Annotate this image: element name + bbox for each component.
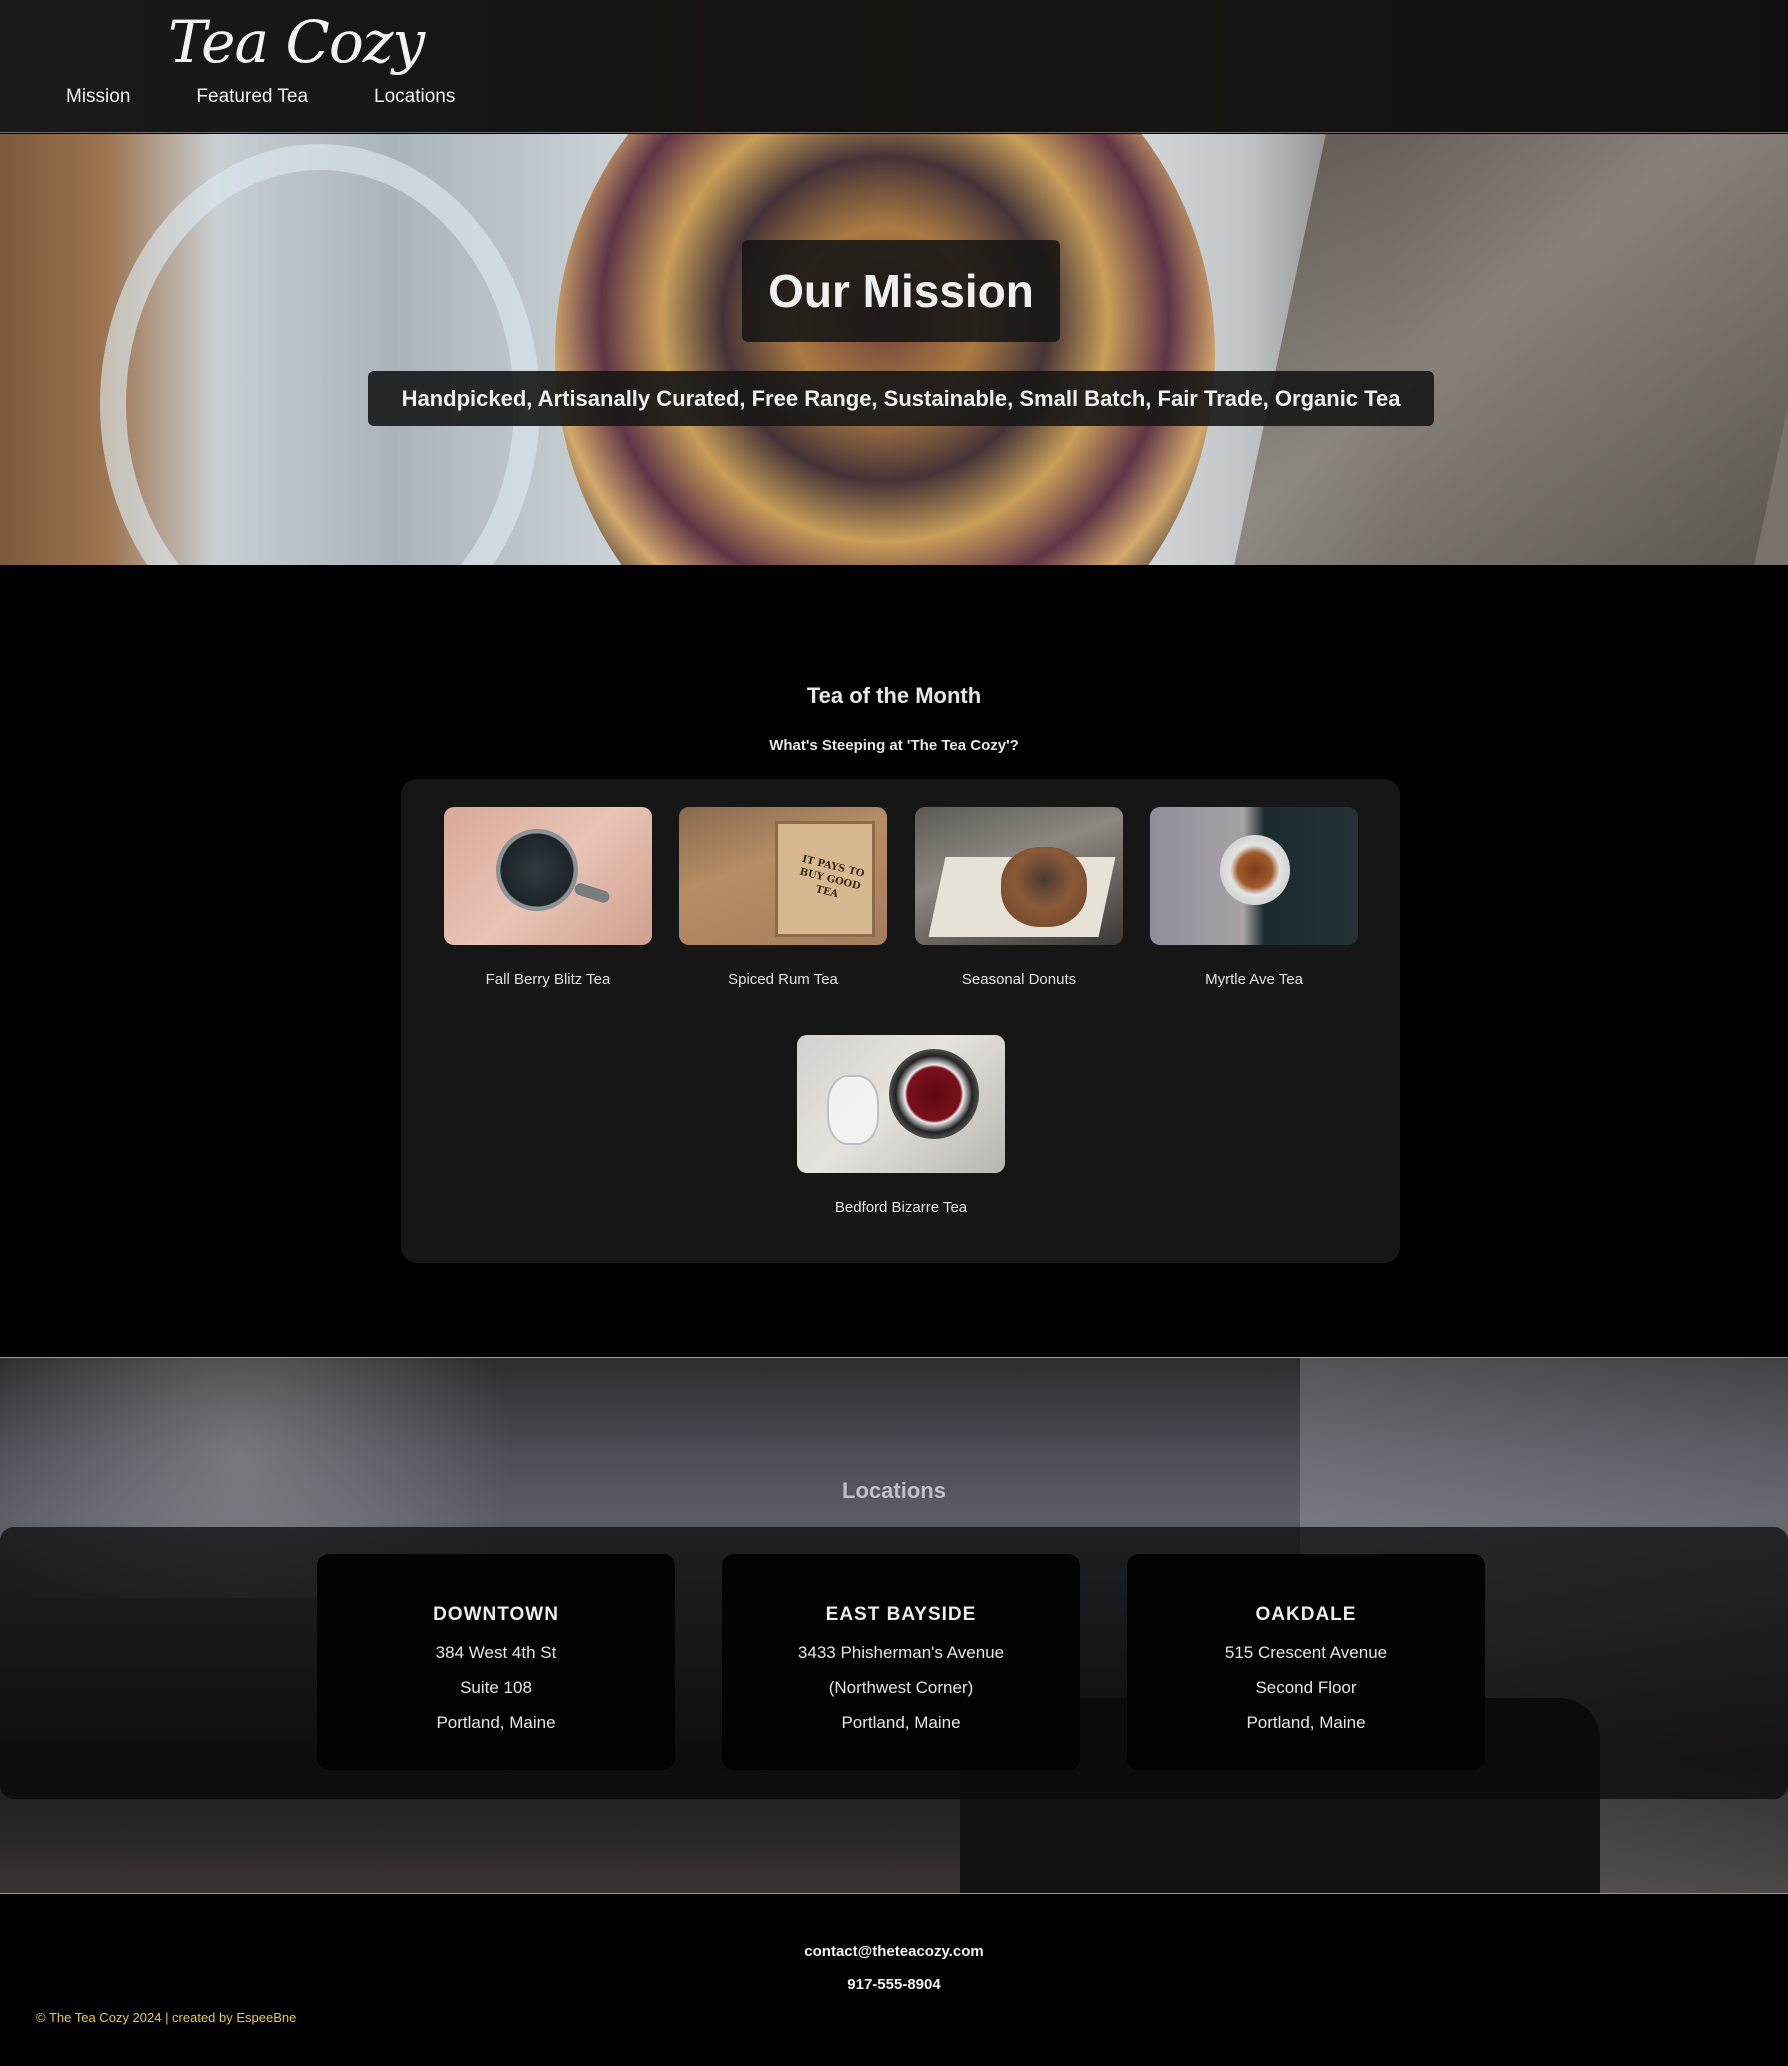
fall-berry-blitz-image: [444, 807, 652, 945]
location-name: EAST BAYSIDE: [825, 1604, 977, 1625]
nav-link-locations[interactable]: Locations: [374, 86, 455, 108]
tea-card-caption: Fall Berry Blitz Tea: [485, 971, 611, 988]
featured-panel: Fall Berry Blitz Tea IT PAYS TO BUY GOOD…: [401, 779, 1400, 1263]
location-address-line: Portland, Maine: [1246, 1713, 1366, 1732]
location-address-line: Second Floor: [1255, 1678, 1357, 1697]
location-address-line: Suite 108: [460, 1678, 532, 1697]
mission-hero: [0, 134, 1788, 565]
location-address-line: (Northwest Corner): [828, 1678, 974, 1697]
tea-box-shape: IT PAYS TO BUY GOOD TEA: [775, 821, 875, 937]
location-card-downtown: DOWNTOWN 384 West 4th St Suite 108 Portl…: [317, 1554, 675, 1770]
tea-card-caption: Bedford Bizarre Tea: [834, 1199, 968, 1216]
location-address-line: 384 West 4th St: [435, 1643, 557, 1662]
featured-title: Tea of the Month: [806, 683, 982, 708]
site-logo[interactable]: Tea Cozy: [168, 8, 425, 76]
location-address-line: 515 Crescent Avenue: [1224, 1643, 1388, 1662]
bedford-bizarre-image: [797, 1035, 1005, 1173]
tea-card-bedford-bizarre: Bedford Bizarre Tea: [797, 1035, 1005, 1216]
tea-card-caption: Spiced Rum Tea: [728, 971, 838, 988]
tea-card-seasonal-donuts: Seasonal Donuts: [915, 807, 1123, 988]
myrtle-ave-image: [1150, 807, 1358, 945]
location-address-line: Portland, Maine: [436, 1713, 556, 1732]
location-card-east-bayside: EAST BAYSIDE 3433 Phisherman's Avenue (N…: [722, 1554, 1080, 1770]
contact-phone[interactable]: 917-555-8904: [0, 1976, 1788, 1993]
nav-link-mission[interactable]: Mission: [66, 86, 130, 108]
seasonal-donuts-image: [915, 807, 1123, 945]
mission-title: Our Mission: [742, 240, 1060, 342]
spiced-rum-image: IT PAYS TO BUY GOOD TEA: [679, 807, 887, 945]
cup-shape: [889, 1049, 979, 1139]
location-card-oakdale: OAKDALE 515 Crescent Avenue Second Floor…: [1127, 1554, 1485, 1770]
tea-card-myrtle-ave: Myrtle Ave Tea: [1150, 807, 1358, 988]
locations-section: Locations DOWNTOWN 384 West 4th St Suite…: [0, 1357, 1788, 1894]
tea-box-text: IT PAYS TO BUY GOOD TEA: [798, 853, 866, 901]
sugar-jar-shape: [827, 1075, 879, 1145]
nav-link-featured-tea[interactable]: Featured Tea: [196, 86, 308, 108]
copyright-text: © The Tea Cozy 2024 | created by EspeeBn…: [36, 2010, 297, 2025]
tea-card-caption: Seasonal Donuts: [961, 971, 1077, 988]
mission-subtitle: Handpicked, Artisanally Curated, Free Ra…: [368, 371, 1434, 426]
tea-card-fall-berry-blitz: Fall Berry Blitz Tea: [444, 807, 652, 988]
cup-shape: [1220, 835, 1290, 905]
mug-shape: [496, 829, 578, 911]
location-name: OAKDALE: [1255, 1604, 1357, 1625]
featured-subtitle: What's Steeping at 'The Tea Cozy'?: [769, 737, 1019, 754]
locations-title: Locations: [842, 1478, 946, 1503]
mug-handle-shape: [573, 881, 611, 905]
main-nav: Mission Featured Tea Locations: [48, 86, 521, 108]
hero-glass-jar-image: [100, 144, 540, 565]
location-address-line: Portland, Maine: [841, 1713, 961, 1732]
donut-shape: [1001, 847, 1087, 927]
tea-card-spiced-rum: IT PAYS TO BUY GOOD TEA Spiced Rum Tea: [679, 807, 887, 988]
location-name: DOWNTOWN: [433, 1604, 559, 1625]
location-address-line: 3433 Phisherman's Avenue: [797, 1643, 1005, 1662]
contact-email[interactable]: contact@theteacozy.com: [0, 1943, 1788, 1960]
site-header: Tea Cozy Mission Featured Tea Locations: [0, 0, 1788, 133]
tea-card-caption: Myrtle Ave Tea: [1205, 971, 1303, 988]
hero-cloth-image: [1234, 134, 1788, 565]
hero-tea-leaves-image: [555, 134, 1215, 565]
